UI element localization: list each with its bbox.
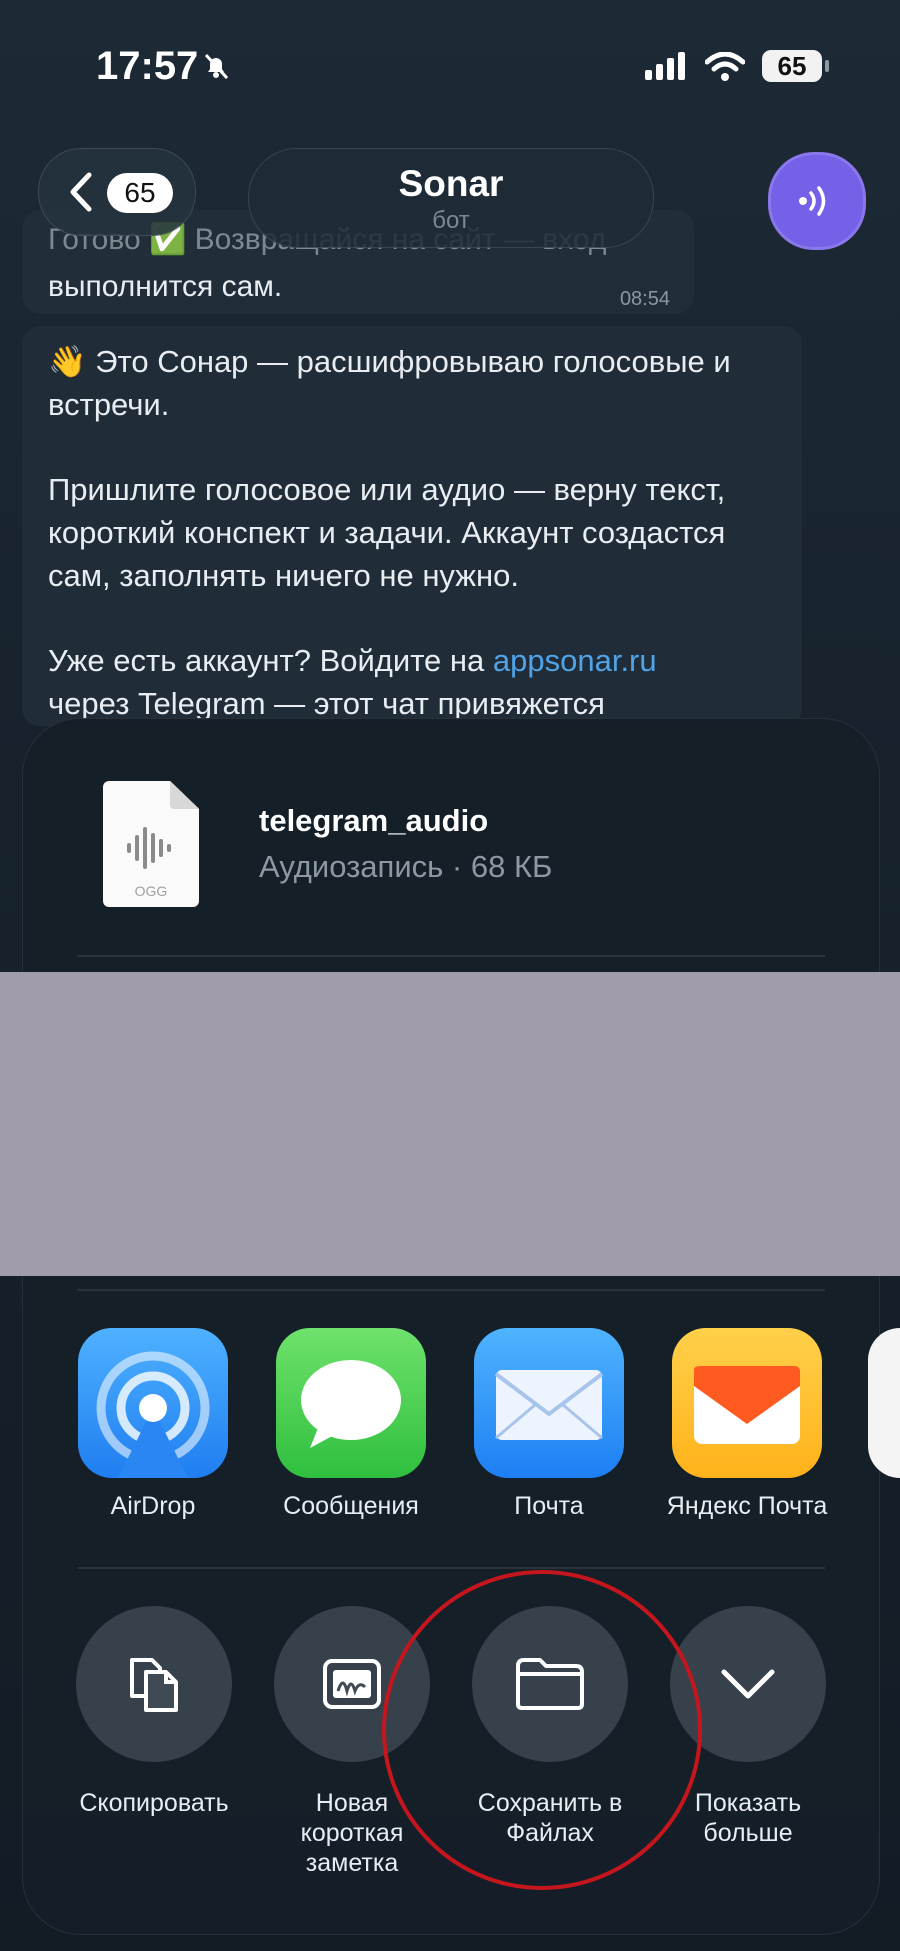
unread-count-badge: 65	[107, 173, 173, 213]
appsonar-link[interactable]: appsonar.ru	[493, 643, 657, 678]
back-button[interactable]: 65	[38, 148, 196, 236]
audio-file-icon: OGG	[103, 781, 199, 907]
battery-indicator: 65	[762, 50, 822, 82]
divider	[77, 1289, 825, 1291]
chevron-down-icon	[721, 1669, 775, 1699]
sound-waves-icon	[799, 186, 826, 216]
message-time: 08:54	[619, 288, 670, 310]
status-time: 17:57	[96, 44, 199, 88]
messages-icon	[276, 1328, 426, 1478]
battery-tip	[825, 60, 829, 72]
message-paragraph: Пришлите голосовое или аудио — верну тек…	[48, 472, 726, 593]
cellular-signal-icon	[645, 52, 689, 85]
chat-subtitle: бот	[432, 207, 470, 234]
share-app-label: AirDrop	[110, 1492, 196, 1520]
message-bubble: 👋 Это Сонар — расшифровываю голосовые и …	[22, 326, 802, 726]
action-label: Показать больше	[694, 1789, 802, 1847]
chat-name: Sonar	[398, 163, 504, 204]
share-app-yandex-mail[interactable]: Яндекс Почта	[667, 1328, 827, 1521]
chat-title[interactable]: Sonar бот	[248, 148, 654, 248]
share-app-mail[interactable]: Почта	[474, 1328, 624, 1521]
message-paragraph: Уже есть аккаунт? Войдите на appsonar.ru…	[48, 639, 788, 725]
divider	[77, 1567, 825, 1569]
bell-muted-icon	[200, 50, 232, 87]
yandex-mail-icon	[672, 1328, 822, 1478]
quick-note-icon	[323, 1659, 381, 1709]
mail-icon	[474, 1328, 624, 1478]
share-app-messages[interactable]: Сообщения	[276, 1328, 426, 1521]
message-text: выполнится сам.	[48, 270, 283, 303]
message-text-prefix: Уже есть аккаунт? Войдите на	[48, 643, 493, 678]
action-label: Скопировать	[79, 1789, 229, 1817]
share-app-label: Почта	[514, 1492, 584, 1520]
share-app-label: Яндекс Почта	[666, 1492, 828, 1520]
redacted-region	[0, 972, 900, 1276]
copy-icon	[130, 1658, 178, 1712]
message-text-suffix: через Telegram — этот чат привяжется	[48, 686, 605, 721]
message-paragraph: 👋 Это Сонар — расшифровываю голосовые и …	[48, 344, 731, 422]
divider	[77, 955, 825, 957]
wifi-icon	[704, 51, 746, 87]
copy-button[interactable]: Скопировать	[76, 1606, 232, 1818]
file-meta: Аудиозапись · 68 КБ	[259, 849, 553, 884]
highlight-circle	[382, 1570, 702, 1890]
action-circle	[76, 1606, 232, 1762]
share-app-label: Сообщения	[283, 1492, 419, 1520]
chevron-left-icon	[67, 171, 95, 218]
file-name: telegram_audio	[259, 803, 489, 838]
bot-avatar[interactable]	[768, 152, 866, 250]
file-extension: OGG	[134, 883, 168, 899]
message-text: 👋 Это Сонар — расшифровываю голосовые и …	[48, 340, 788, 767]
share-app-airdrop[interactable]: AirDrop	[78, 1328, 228, 1521]
airdrop-icon	[78, 1328, 228, 1478]
audio-wave-icon	[127, 827, 171, 869]
status-bar: 17:57 65	[0, 40, 900, 100]
share-app-next[interactable]	[868, 1328, 900, 1478]
